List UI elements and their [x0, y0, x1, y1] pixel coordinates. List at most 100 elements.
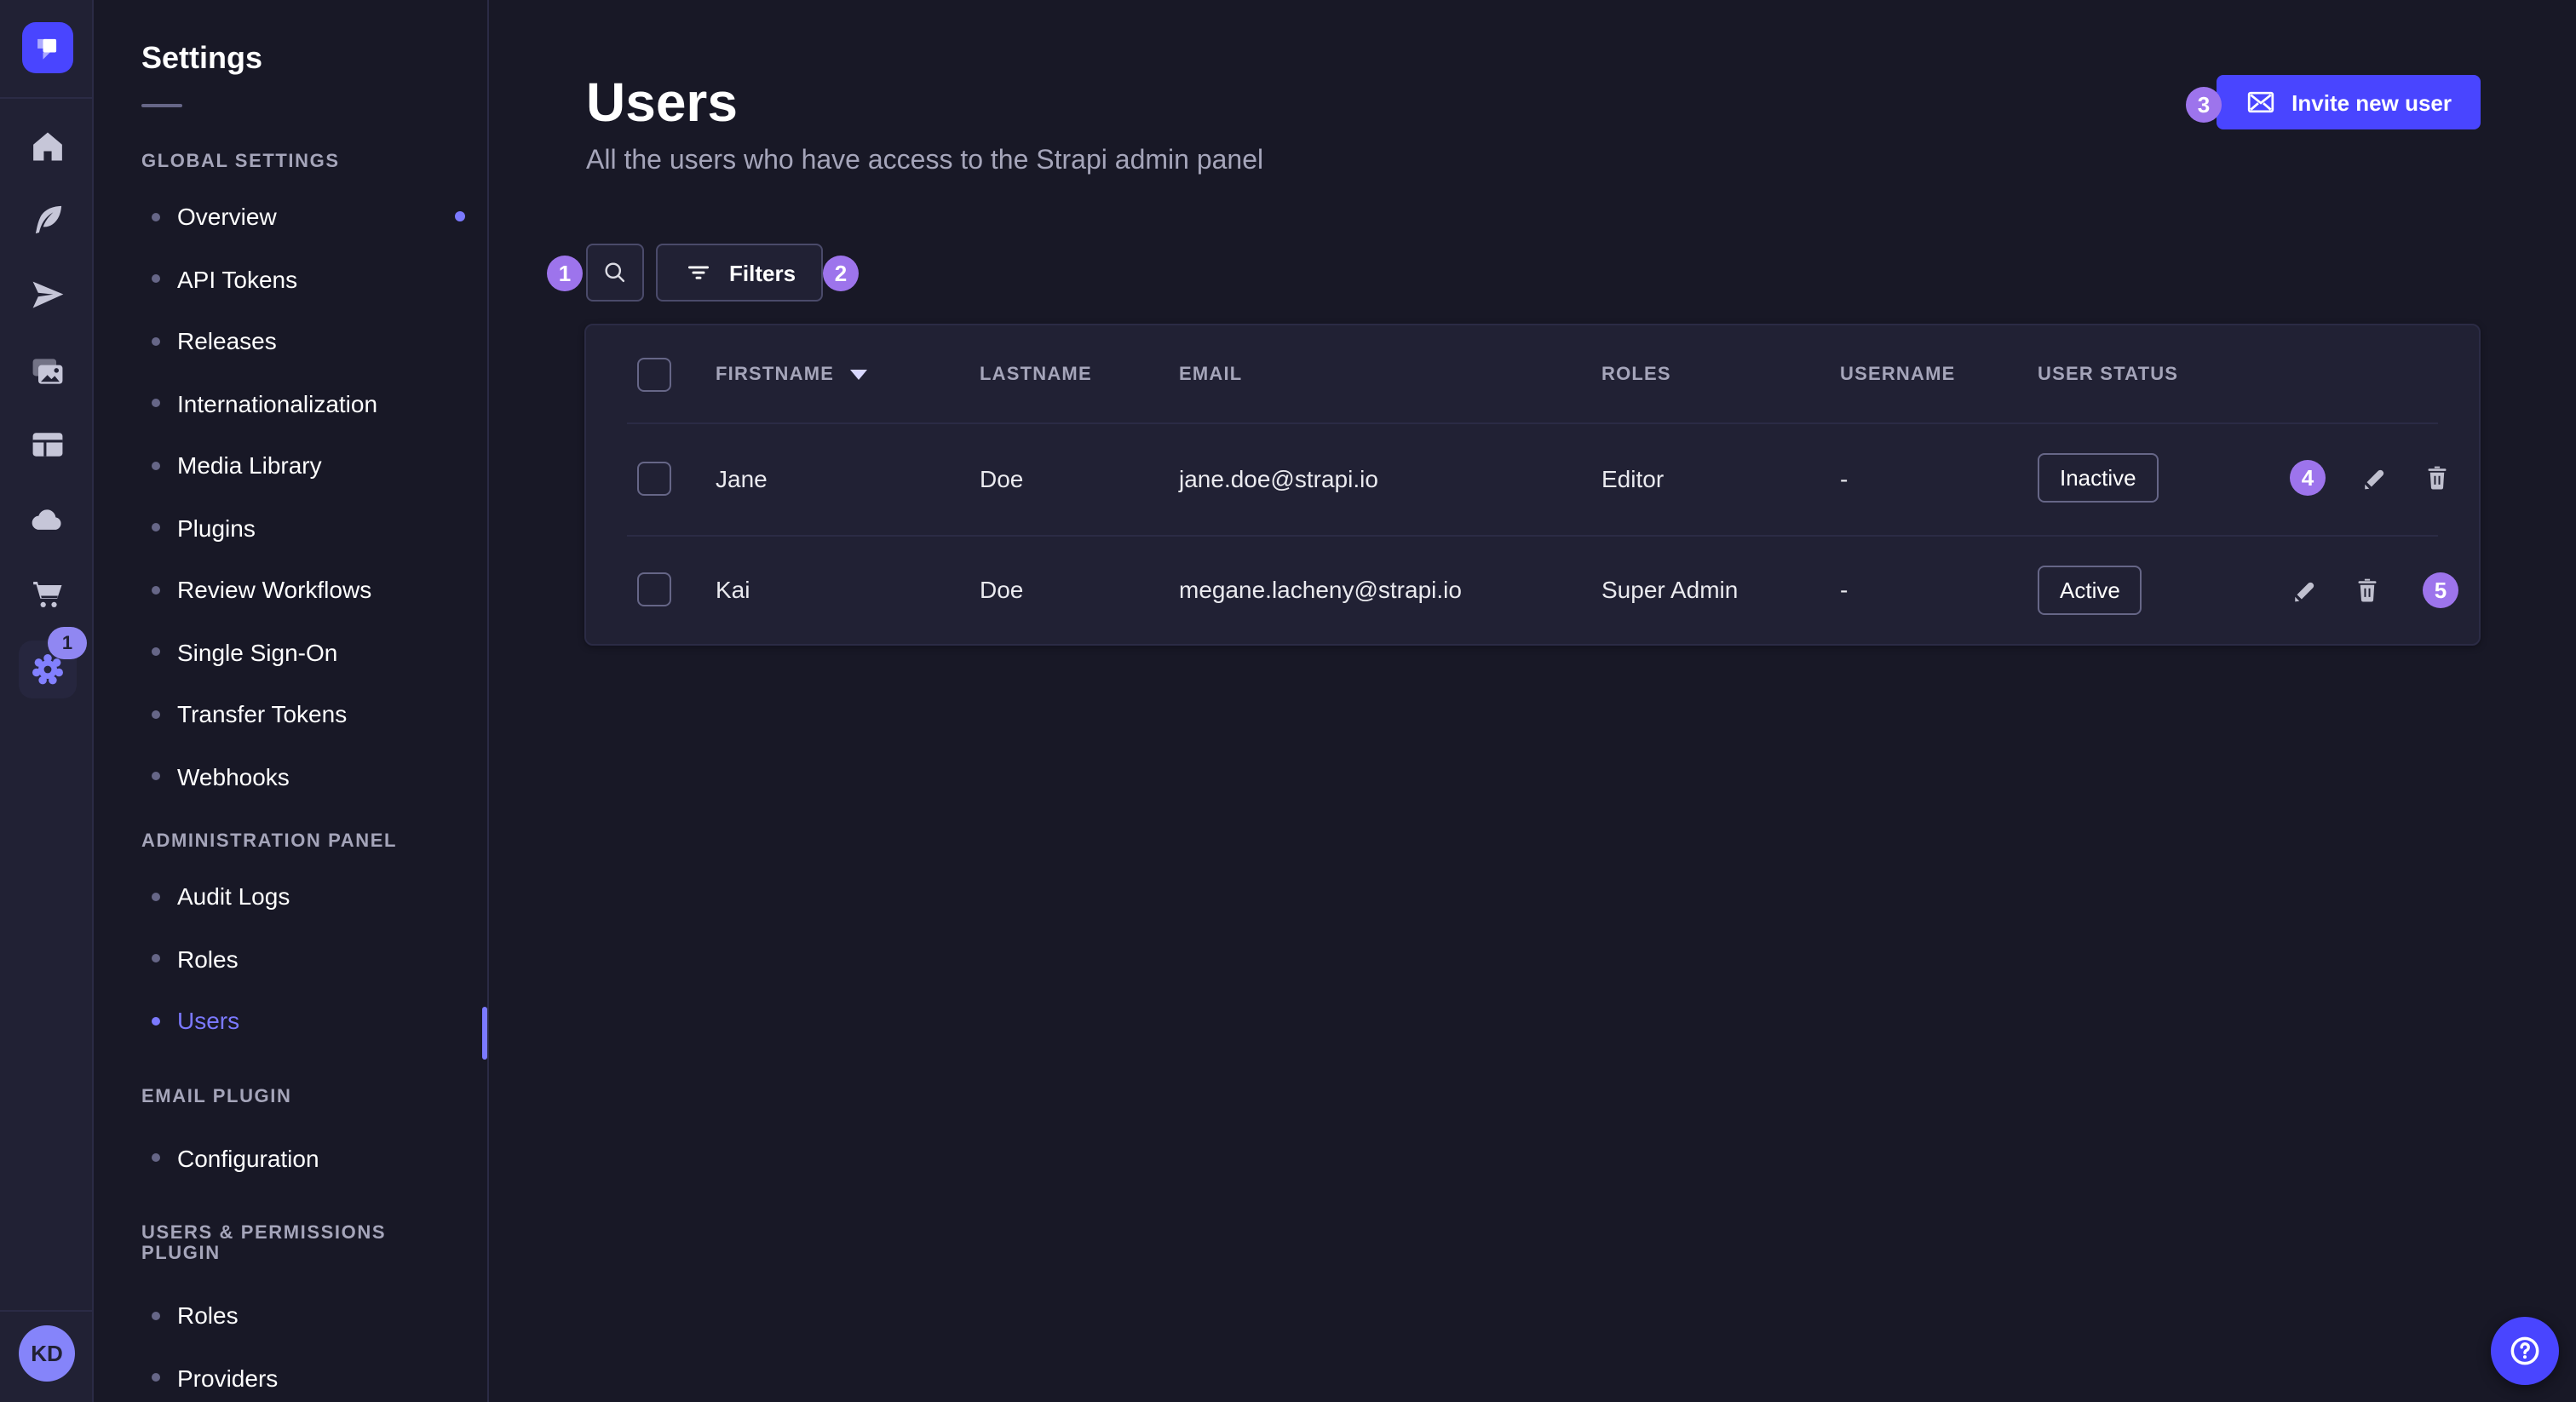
- section-label-administration-panel: ADMINISTRATION PANEL: [141, 831, 440, 852]
- table-header-row: FIRSTNAME LASTNAME EMAIL ROLES USERNAME …: [586, 325, 2479, 422]
- content-builder-icon[interactable]: [27, 199, 66, 238]
- trash-icon: [2422, 464, 2451, 493]
- subnav-item-review-workflows[interactable]: Review Workflows: [94, 559, 487, 621]
- strapi-logo-icon: [29, 29, 66, 66]
- help-button[interactable]: [2491, 1317, 2559, 1385]
- invite-button-label: Invite new user: [2291, 89, 2452, 115]
- column-header-email: EMAIL: [1179, 364, 1601, 384]
- cell-email: megane.lacheny@strapi.io: [1179, 577, 1601, 604]
- cloud-icon[interactable]: [27, 499, 66, 538]
- row-actions: 5: [2290, 572, 2544, 608]
- trash-icon: [2352, 576, 2381, 605]
- cell-username: -: [1840, 465, 2038, 492]
- question-mark-icon: [2506, 1332, 2544, 1370]
- bullet-icon: [152, 1312, 160, 1320]
- column-header-lastname: LASTNAME: [980, 364, 1179, 384]
- envelope-icon: [2245, 87, 2276, 118]
- subnav-title-divider: [141, 104, 182, 107]
- user-avatar[interactable]: KD: [19, 1325, 75, 1382]
- bullet-icon: [152, 462, 160, 470]
- filters-button-label: Filters: [729, 260, 796, 285]
- notification-dot-icon: [455, 212, 465, 222]
- subnav-item-internationalization[interactable]: Internationalization: [94, 372, 487, 434]
- page-subtitle: All the users who have access to the Str…: [586, 145, 2576, 179]
- edit-user-button[interactable]: [2290, 575, 2320, 606]
- select-all-checkbox[interactable]: [637, 357, 671, 391]
- subnav-item-email-configuration[interactable]: Configuration: [94, 1127, 487, 1189]
- annotation-mark-1: 1: [547, 256, 583, 291]
- search-icon: [600, 257, 630, 288]
- bullet-icon: [152, 586, 160, 595]
- edit-user-button[interactable]: [2360, 463, 2390, 494]
- pencil-icon: [2360, 464, 2389, 493]
- delete-user-button[interactable]: [2421, 463, 2452, 494]
- main-nav-rail: 1 KD: [0, 0, 94, 1402]
- administration-panel-list: Audit Logs Roles Users: [94, 865, 487, 1052]
- status-badge: Inactive: [2038, 454, 2159, 503]
- strapi-logo[interactable]: [22, 22, 73, 73]
- row-checkbox[interactable]: [637, 462, 671, 496]
- send-icon[interactable]: [27, 274, 66, 313]
- section-label-global-settings: GLOBAL SETTINGS: [141, 152, 440, 172]
- media-library-icon[interactable]: [27, 351, 66, 390]
- cell-lastname: Doe: [980, 465, 1179, 492]
- bullet-icon: [152, 337, 160, 346]
- bullet-icon: [152, 773, 160, 781]
- content-manager-icon[interactable]: [27, 424, 66, 463]
- subnav-item-audit-logs[interactable]: Audit Logs: [94, 865, 487, 928]
- subnav-item-users-active[interactable]: Users: [94, 990, 487, 1052]
- subnav-item-single-sign-on[interactable]: Single Sign-On: [94, 621, 487, 683]
- cell-username: -: [1840, 577, 2038, 604]
- column-header-user-status: USER STATUS: [2038, 364, 2290, 384]
- filter-icon: [683, 257, 714, 288]
- column-header-username: USERNAME: [1840, 364, 2038, 384]
- subnav-item-up-roles[interactable]: Roles: [94, 1284, 487, 1347]
- bullet-icon: [152, 399, 160, 408]
- rail-divider-top: [0, 97, 92, 99]
- subnav-item-plugins[interactable]: Plugins: [94, 497, 487, 559]
- settings-notification-badge: 1: [48, 627, 87, 659]
- email-plugin-list: Configuration: [94, 1127, 487, 1189]
- bullet-icon: [152, 213, 160, 221]
- bullet-icon: [152, 1017, 160, 1026]
- subnav-title: Settings: [141, 41, 487, 77]
- status-badge: Active: [2038, 566, 2142, 615]
- cell-email: jane.doe@strapi.io: [1179, 465, 1601, 492]
- users-permissions-list: Roles Providers: [94, 1284, 487, 1402]
- strapi-admin-app: 1 KD Settings GLOBAL SETTINGS Overview A…: [0, 0, 2576, 1402]
- marketplace-cart-icon[interactable]: [27, 574, 66, 613]
- row-checkbox[interactable]: [637, 573, 671, 607]
- delete-user-button[interactable]: [2351, 575, 2382, 606]
- cell-roles: Super Admin: [1601, 577, 1840, 604]
- subnav-item-webhooks[interactable]: Webhooks: [94, 745, 487, 807]
- bullet-icon: [152, 955, 160, 963]
- rail-divider-bottom: [0, 1310, 92, 1312]
- invite-new-user-button[interactable]: Invite new user: [2217, 75, 2481, 129]
- home-icon[interactable]: [27, 126, 66, 165]
- annotation-mark-3: 3: [2186, 87, 2222, 123]
- annotation-mark-5: 5: [2423, 572, 2458, 608]
- subnav-item-api-tokens[interactable]: API Tokens: [94, 248, 487, 310]
- users-table: FIRSTNAME LASTNAME EMAIL ROLES USERNAME …: [584, 324, 2481, 646]
- cell-lastname: Doe: [980, 577, 1179, 604]
- column-header-firstname[interactable]: FIRSTNAME: [716, 364, 980, 384]
- subnav-item-media-library[interactable]: Media Library: [94, 434, 487, 497]
- table-row-kai-doe[interactable]: Kai Doe megane.lacheny@strapi.io Super A…: [586, 534, 2479, 646]
- subnav-item-admin-roles[interactable]: Roles: [94, 928, 487, 990]
- column-header-roles: ROLES: [1601, 364, 1840, 384]
- subnav-item-up-providers[interactable]: Providers: [94, 1347, 487, 1402]
- subnav-item-releases[interactable]: Releases: [94, 310, 487, 372]
- subnav-item-transfer-tokens[interactable]: Transfer Tokens: [94, 683, 487, 745]
- bullet-icon: [152, 275, 160, 284]
- search-button[interactable]: [586, 244, 644, 302]
- table-row-jane-doe[interactable]: Jane Doe jane.doe@strapi.io Editor - Ina…: [586, 422, 2479, 534]
- cell-firstname: Kai: [716, 577, 980, 604]
- settings-subnav: Settings GLOBAL SETTINGS Overview API To…: [94, 0, 489, 1402]
- filters-button[interactable]: Filters: [656, 244, 823, 302]
- row-actions: 4: [2290, 461, 2537, 497]
- section-label-email-plugin: EMAIL PLUGIN: [141, 1086, 440, 1106]
- bullet-icon: [152, 893, 160, 901]
- bullet-icon: [152, 1374, 160, 1382]
- subnav-item-overview[interactable]: Overview: [94, 186, 487, 248]
- subnav-scrollbar-thumb[interactable]: [482, 1007, 487, 1060]
